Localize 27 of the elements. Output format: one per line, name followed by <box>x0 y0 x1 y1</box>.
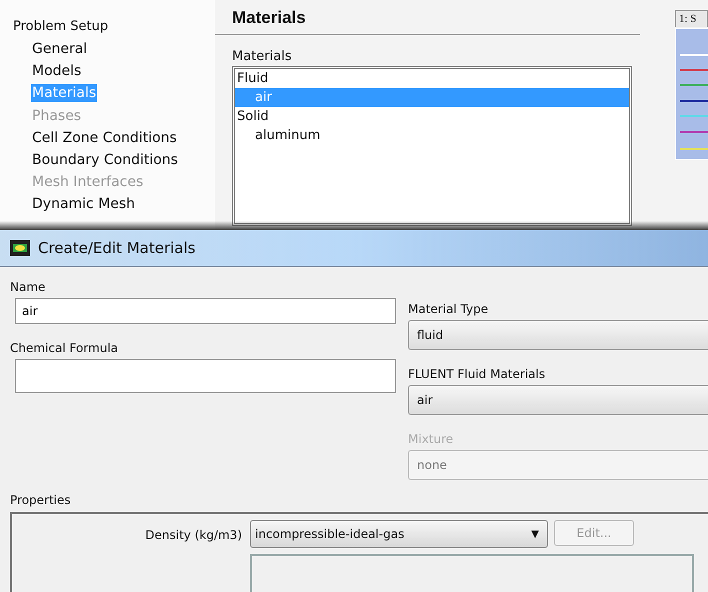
app-icon <box>10 240 30 256</box>
list-item[interactable]: Fluid <box>235 69 629 88</box>
dropdown[interactable]: air <box>408 385 708 415</box>
materials-list[interactable]: Fluid air Solid aluminum <box>232 66 632 226</box>
graphics-tab[interactable]: 1: S <box>675 10 708 27</box>
nav-item[interactable]: Dynamic Mesh <box>31 193 136 215</box>
nav-item[interactable]: Cell Zone Conditions <box>31 127 178 149</box>
group-label: Properties <box>10 492 72 508</box>
field-label: FLUENT Fluid Materials <box>408 366 546 382</box>
field-label: Mixture <box>408 431 454 447</box>
density-dropdown[interactable]: incompressible-ideal-gas ▼ <box>250 520 548 548</box>
dropdown[interactable]: fluid <box>408 320 708 350</box>
dialog-title: Create/Edit Materials <box>38 239 196 257</box>
list-item[interactable]: Solid <box>235 107 629 126</box>
field-label: Material Type <box>408 301 490 317</box>
section-title: Problem Setup <box>13 18 110 36</box>
field-label: Name <box>10 279 46 295</box>
property-label: Density (kg/m3) <box>144 527 242 544</box>
field-label: Chemical Formula <box>10 340 120 356</box>
list-item[interactable]: aluminum <box>235 126 629 145</box>
list-label: Materials <box>232 49 293 64</box>
name-field[interactable]: air <box>15 298 396 324</box>
formula-field[interactable] <box>15 359 396 393</box>
nav-item[interactable]: General <box>31 38 88 60</box>
panel-title: Materials <box>232 8 307 28</box>
nav-item[interactable]: Boundary Conditions <box>31 149 179 171</box>
nav-item[interactable]: Models <box>31 60 82 82</box>
